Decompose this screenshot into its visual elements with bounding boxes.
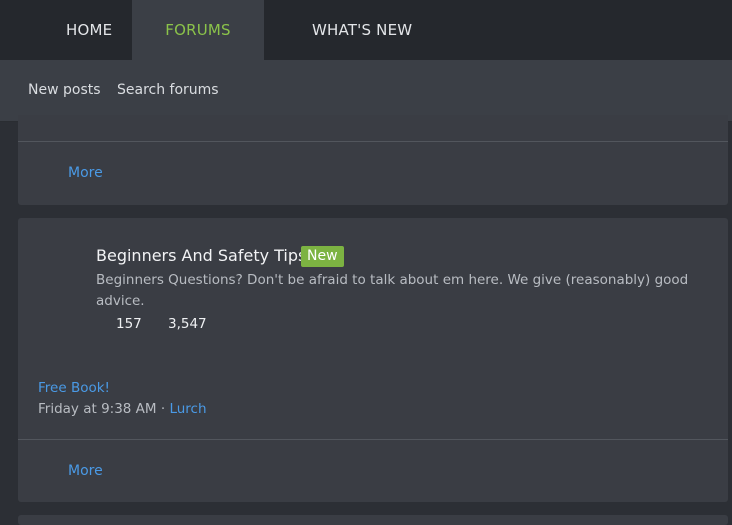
meta-separator: · [156,401,170,417]
more-link[interactable]: More [68,440,103,503]
new-posts-link[interactable]: New posts [28,60,101,121]
forum-description: Beginners Questions? Don't be afraid to … [96,272,689,309]
forum-block: Beginners And Safety Tips New Beginners … [18,218,728,502]
top-navigation: HOME FORUMS WHAT'S NEW [0,0,732,60]
new-badge: New [301,246,344,267]
sub-navigation: New posts Search forums [0,60,732,122]
latest-user-link[interactable]: Lurch [169,401,206,417]
threads-count: 157 [116,316,142,332]
latest-time: Friday at 9:38 AM [38,401,157,417]
block-footer: More [18,141,728,205]
latest-meta: Friday at 9:38 AM · Lurch [38,401,207,417]
tab-forums[interactable]: FORUMS [132,0,264,60]
tab-home[interactable]: HOME [0,0,132,60]
forum-block-next [18,515,728,525]
messages-count: 3,547 [168,316,207,332]
more-link[interactable]: More [68,142,103,205]
tab-whats-new[interactable]: WHAT'S NEW [312,0,412,60]
latest-thread-link[interactable]: Free Book! [38,380,110,396]
forum-block-previous: More [18,115,728,205]
search-forums-link[interactable]: Search forums [117,60,219,121]
block-footer: More [18,439,728,503]
forum-title[interactable]: Beginners And Safety Tips [96,246,306,265]
